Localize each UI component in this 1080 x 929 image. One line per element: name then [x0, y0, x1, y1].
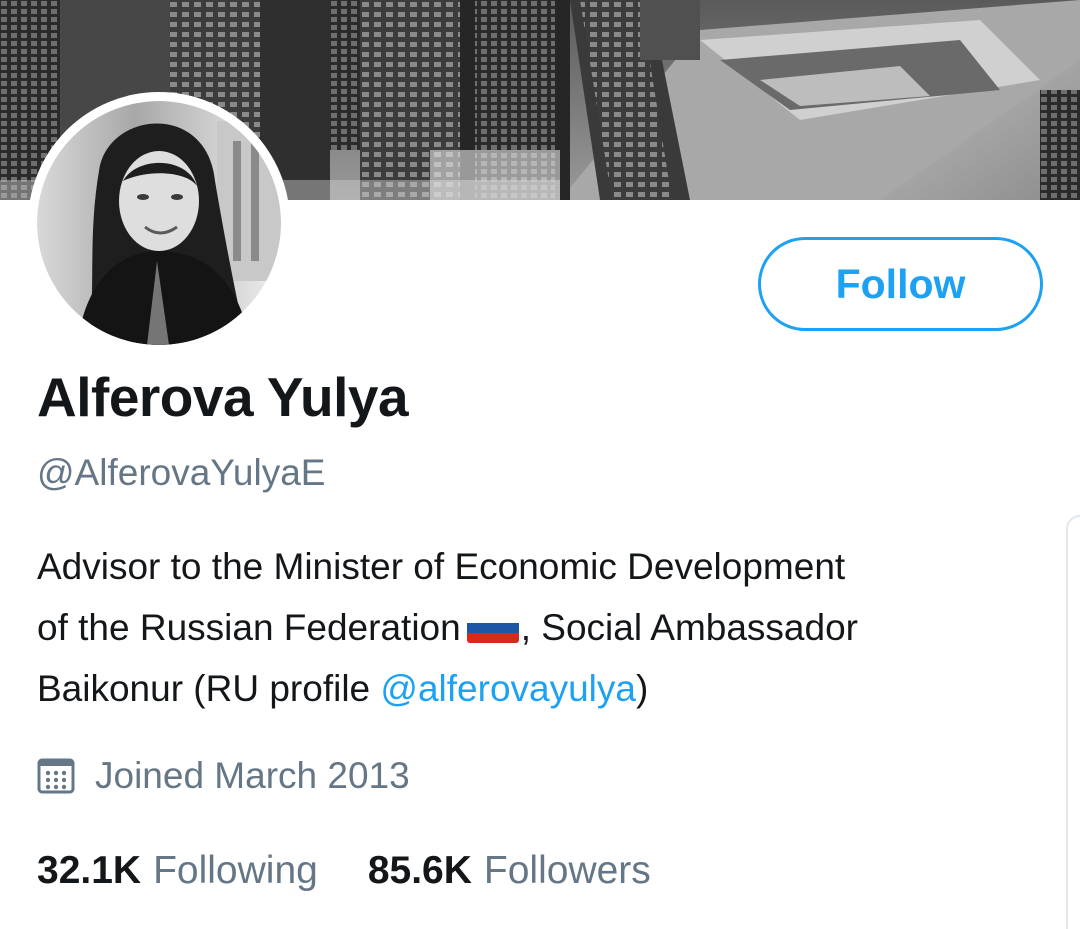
- profile-stats: 32.1K Following 85.6K Followers: [37, 843, 701, 899]
- followers-link[interactable]: 85.6K Followers: [368, 849, 651, 893]
- profile-bio: Advisor to the Minister of Economic Deve…: [37, 536, 1047, 719]
- following-label: Following: [153, 849, 318, 892]
- followers-label: Followers: [483, 849, 651, 892]
- bio-line-3: Baikonur (RU profile @alferovayulya): [37, 658, 1047, 719]
- avatar[interactable]: [28, 92, 290, 354]
- bio-text: , Social Ambassador: [520, 607, 858, 648]
- avatar-photo: [37, 101, 281, 345]
- calendar-icon: [37, 757, 75, 795]
- joined-date-text: Joined March 2013: [95, 755, 410, 796]
- bio-text: of the Russian Federation: [37, 607, 461, 648]
- profile-handle: @AlferovaYulyaE: [37, 452, 326, 493]
- following-link[interactable]: 32.1K Following: [37, 849, 318, 893]
- joined-date: Joined March 2013: [37, 750, 410, 802]
- bio-line-1: Advisor to the Minister of Economic Deve…: [37, 546, 846, 587]
- follow-button[interactable]: Follow: [758, 237, 1043, 331]
- bio-text: Baikonur (RU profile: [37, 668, 381, 709]
- bio-mention-link[interactable]: @alferovayulya: [380, 668, 636, 709]
- bio-line-2: of the Russian Federation , Social Ambass…: [37, 597, 1047, 658]
- followers-count: 85.6K: [367, 849, 472, 892]
- side-panel-edge: [1066, 515, 1080, 929]
- bio-text: ): [635, 668, 649, 709]
- following-count: 32.1K: [37, 849, 142, 892]
- display-name: Alferova Yulya: [37, 366, 409, 428]
- russia-flag-icon: [466, 613, 519, 643]
